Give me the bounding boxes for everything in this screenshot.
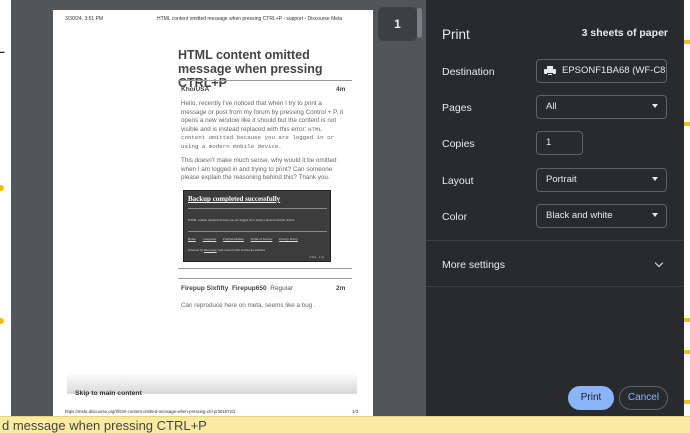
- embed-powered-link: Discourse: [203, 248, 217, 252]
- post-body-paragraph: This doesn't make much sense, why would …: [181, 157, 337, 182]
- panel-divider: [426, 286, 684, 287]
- background-page-right-edge: [684, 0, 690, 433]
- embed-link: Terms of Service: [250, 237, 273, 241]
- post-author-role: Regular: [270, 285, 294, 292]
- embed-link: FAQ/Guidelines: [223, 237, 244, 241]
- sheet-count: 3 sheets of paper: [581, 27, 668, 39]
- background-glyph: L: [0, 40, 5, 57]
- color-label: Color: [442, 211, 468, 223]
- page-header-date: 3/30/24, 3:51 PM: [65, 16, 104, 22]
- embed-version: 3.3b1 · 2 qs: [309, 255, 324, 259]
- embed-divider: [188, 208, 327, 209]
- destination-value: EPSONF1BA68 (WF-C81: [562, 65, 667, 76]
- divider: [178, 278, 352, 279]
- color-select[interactable]: Black and white: [536, 204, 667, 228]
- post-author: KhoiUSA: [181, 86, 210, 93]
- background-marker: [684, 318, 690, 322]
- pages-value: All: [546, 101, 557, 112]
- embed-powered-prefix: Powered by: [188, 248, 204, 252]
- post-author-display-name: Firepup Sixfifty: [181, 285, 229, 292]
- pages-label: Pages: [442, 102, 472, 114]
- background-topic-title: d message when pressing CTRL+P: [2, 418, 207, 433]
- copies-value: 1: [546, 137, 552, 148]
- layout-select[interactable]: Portrait: [536, 168, 667, 192]
- embed-powered-suffix: , best viewed with JavaScript enabled: [216, 248, 265, 252]
- post-body: Hello, recently I've noticed that when I…: [181, 100, 346, 152]
- background-topic-bar: d message when pressing CTRL+P: [0, 416, 690, 433]
- preview-scrollbar[interactable]: [417, 8, 422, 38]
- embed-title: Backup completed successfully: [188, 195, 281, 203]
- background-marker: [684, 40, 690, 44]
- post-author-username: Firepup650: [231, 285, 267, 292]
- layout-value: Portrait: [546, 174, 577, 185]
- printer-icon: [544, 66, 556, 76]
- post-author-2: Firepup Sixfifty Firepup650 Regular: [181, 285, 293, 292]
- destination-select[interactable]: EPSONF1BA68 (WF-C81: [536, 59, 667, 83]
- print-dialog-screen: L d message when pressing CTRL+P 3/30/24…: [0, 0, 690, 433]
- panel-divider: [426, 240, 684, 241]
- divider: [178, 268, 352, 269]
- background-page-left-edge: L: [0, 0, 11, 433]
- print-settings-panel: Print 3 sheets of paper Destination EPSO…: [426, 0, 684, 416]
- background-marker: [0, 318, 4, 324]
- embed-link: Privacy Policy: [279, 237, 298, 241]
- divider: [178, 80, 352, 81]
- page-header-title: HTML content omitted message when pressi…: [157, 16, 343, 22]
- panel-title: Print: [442, 27, 470, 42]
- embed-divider: [188, 231, 327, 232]
- chevron-down-icon: [652, 213, 658, 217]
- preview-page: 3/30/24, 3:51 PM HTML content omitted me…: [53, 10, 373, 416]
- print-preview-area[interactable]: 3/30/24, 3:51 PM HTML content omitted me…: [11, 0, 426, 416]
- topic-title: HTML content omitted message when pressi…: [178, 48, 323, 90]
- background-marker: [684, 122, 690, 126]
- chevron-down-icon[interactable]: [654, 259, 664, 269]
- chevron-down-icon: [652, 104, 658, 108]
- skip-link: Skip to main content: [75, 390, 142, 397]
- print-button[interactable]: Print: [568, 386, 614, 410]
- post-time: 4m: [336, 86, 346, 93]
- more-settings-toggle[interactable]: More settings: [442, 259, 505, 271]
- embed-text: HTML content omitted because you are log…: [188, 218, 295, 222]
- background-marker: [0, 185, 4, 191]
- copies-label: Copies: [442, 138, 475, 150]
- embed-powered-by: Powered by Discourse, best viewed with J…: [188, 248, 265, 252]
- layout-label: Layout: [442, 175, 474, 187]
- pages-select[interactable]: All: [536, 95, 667, 119]
- embed-link: Categories: [202, 237, 217, 241]
- post-body-2: Can reproduce here on meta, seems like a…: [181, 302, 316, 309]
- embed-links: Home Categories FAQ/Guidelines Terms of …: [188, 237, 304, 241]
- color-value: Black and white: [546, 210, 613, 221]
- chevron-down-icon: [652, 177, 658, 181]
- copies-input[interactable]: 1: [536, 131, 583, 155]
- embed-link: Home: [188, 237, 196, 241]
- background-marker: [684, 400, 690, 404]
- page-number-badge: 1: [378, 7, 417, 41]
- page-footer-url: https://meta.discourse.org/t/html-conten…: [65, 409, 236, 414]
- destination-label: Destination: [442, 66, 495, 78]
- background-marker: [684, 350, 690, 354]
- embedded-screenshot: Backup completed successfully HTML conte…: [183, 190, 331, 262]
- post-time-2: 2m: [336, 285, 346, 292]
- page-footer-number: 1/3: [352, 409, 358, 414]
- cancel-button[interactable]: Cancel: [619, 386, 668, 410]
